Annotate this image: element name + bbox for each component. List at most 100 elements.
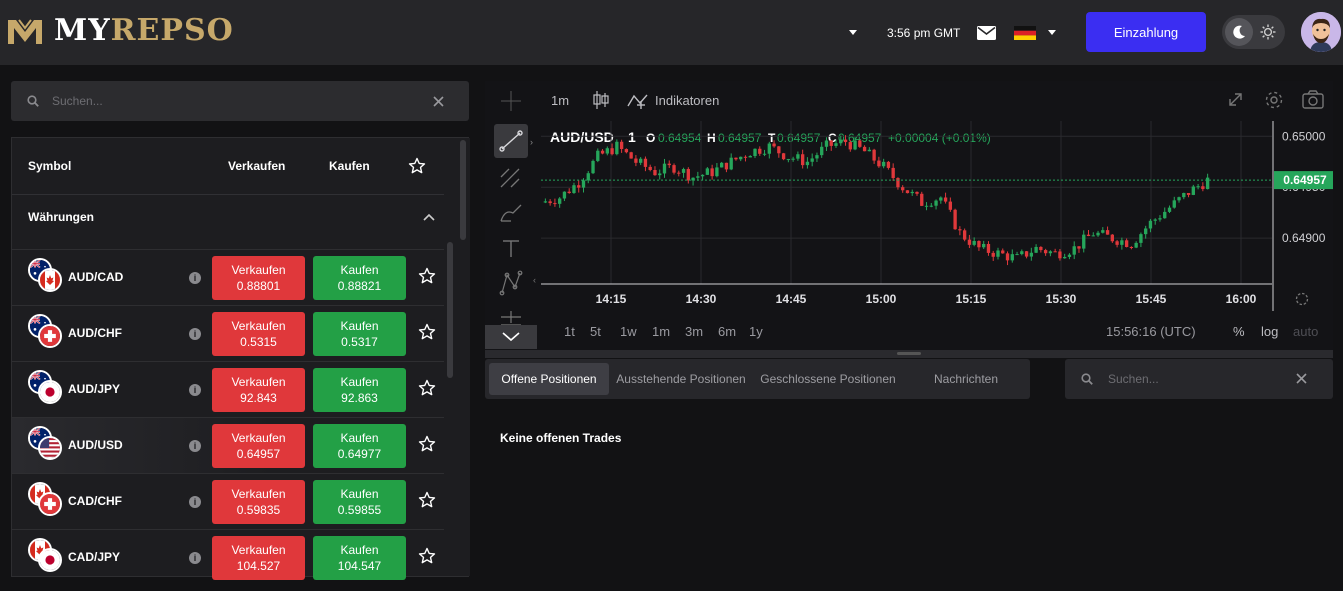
buy-button[interactable]: Kaufen 0.64977	[313, 424, 406, 468]
search-input[interactable]: Suchen...	[52, 94, 103, 108]
tab-closed-positions[interactable]: Geschlossene Positionen	[756, 363, 900, 395]
sell-button[interactable]: Verkaufen 0.5315	[212, 312, 305, 356]
close-icon[interactable]	[433, 96, 444, 107]
buy-button[interactable]: Kaufen 0.59855	[313, 480, 406, 524]
info-icon[interactable]: i	[189, 272, 201, 284]
candle-body	[786, 159, 791, 161]
candle-body	[796, 154, 800, 159]
expand-arrow-icon[interactable]: ›	[530, 137, 533, 147]
positions-search-input[interactable]: Suchen...	[1108, 372, 1159, 386]
column-header-symbol: Symbol	[28, 159, 72, 173]
favorite-star-icon[interactable]	[418, 435, 436, 453]
candle-body	[1086, 234, 1091, 237]
candle-body	[1034, 246, 1038, 253]
range-button-1m[interactable]: 1m	[652, 324, 670, 339]
info-icon[interactable]: i	[189, 552, 201, 564]
avatar[interactable]	[1301, 12, 1341, 52]
range-button-3m[interactable]: 3m	[685, 324, 703, 339]
scroll-thumb[interactable]	[447, 242, 453, 378]
dark-mode-option[interactable]	[1225, 18, 1253, 46]
table-row[interactable]: AUD/CHF i Verkaufen 0.5315 Kaufen 0.5317	[12, 305, 444, 361]
favorite-star-icon[interactable]	[418, 267, 436, 285]
sell-button[interactable]: Verkaufen 104.527	[212, 536, 305, 580]
table-row[interactable]: AUD/JPY i Verkaufen 92.843 Kaufen 92.863	[12, 361, 444, 417]
sell-label: Verkaufen	[231, 431, 286, 445]
table-row[interactable]: CAD/CHF i Verkaufen 0.59835 Kaufen 0.59855	[12, 473, 444, 529]
candle-body	[915, 191, 919, 194]
theme-toggle[interactable]	[1222, 15, 1285, 49]
sell-label: Verkaufen	[231, 375, 286, 389]
collapse-toolbar-icon[interactable]: ‹	[533, 275, 536, 285]
close-icon[interactable]	[1296, 373, 1307, 384]
chevron-up-icon[interactable]	[423, 213, 435, 221]
buy-button[interactable]: Kaufen 0.88821	[313, 256, 406, 300]
auto-scale-button[interactable]: auto	[1293, 324, 1318, 339]
candle-body	[605, 148, 609, 154]
range-button-1t[interactable]: 1t	[564, 324, 575, 339]
buy-button[interactable]: Kaufen 104.547	[313, 536, 406, 580]
language-selector[interactable]	[1014, 0, 1056, 65]
table-row[interactable]: AUD/USD i Verkaufen 0.64957 Kaufen 0.64977	[12, 417, 444, 473]
mail-icon	[977, 25, 996, 40]
chart-widget[interactable]: 1m Indikatoren › ‹ AUD/USD 1 O 0.64954 H…	[485, 81, 1336, 353]
account-dropdown[interactable]	[849, 0, 857, 65]
candle-body	[805, 161, 810, 166]
candle-body	[1134, 242, 1138, 248]
candle-body	[881, 161, 886, 167]
buy-button[interactable]: Kaufen 92.863	[313, 368, 406, 412]
favorite-star-icon[interactable]	[418, 379, 436, 397]
tab-news[interactable]: Nachrichten	[913, 363, 1019, 395]
buy-button[interactable]: Kaufen 0.5317	[313, 312, 406, 356]
indicators-button[interactable]: Indikatoren	[655, 93, 719, 108]
current-price-label: 0.64957	[1283, 173, 1327, 187]
inner-scrollbar[interactable]	[446, 242, 454, 576]
interval-button[interactable]: 1m	[551, 93, 569, 108]
tab-pending-positions[interactable]: Ausstehende Positionen	[615, 363, 747, 395]
favorite-star-icon[interactable]	[418, 323, 436, 341]
favorite-star-icon[interactable]	[418, 491, 436, 509]
tab-open-positions[interactable]: Offene Positionen	[489, 363, 609, 395]
candle-body	[967, 239, 972, 245]
positions-search[interactable]: Suchen...	[1065, 359, 1333, 399]
messages-button[interactable]	[977, 0, 996, 65]
scrollbar[interactable]	[458, 138, 470, 576]
symbol-name: AUD/CAD	[68, 270, 124, 284]
clock-text: 3:56 pm GMT	[887, 25, 961, 40]
candle-body	[791, 158, 795, 160]
logo[interactable]: MYREPSO	[6, 12, 234, 50]
sell-button[interactable]: Verkaufen 92.843	[212, 368, 305, 412]
info-icon[interactable]: i	[189, 384, 201, 396]
candle-body	[1039, 246, 1043, 251]
scroll-thumb-outer[interactable]	[460, 140, 466, 240]
range-button-1w[interactable]: 1w	[620, 324, 637, 339]
candle-body	[1105, 230, 1110, 235]
favorite-star-icon[interactable]	[418, 547, 436, 565]
info-icon[interactable]: i	[189, 496, 201, 508]
range-button-1y[interactable]: 1y	[749, 324, 763, 339]
price-chart[interactable]: 1m Indikatoren › ‹ AUD/USD 1 O 0.64954 H…	[485, 81, 1336, 353]
table-row[interactable]: CAD/JPY i Verkaufen 104.527 Kaufen 104.547	[12, 529, 444, 585]
toolbar-scroll-down[interactable]	[485, 325, 537, 349]
table-row[interactable]: AUD/CAD i Verkaufen 0.88801 Kaufen 0.88821	[12, 249, 444, 305]
buy-price: 0.88821	[337, 279, 382, 293]
sell-button[interactable]: Verkaufen 0.64957	[212, 424, 305, 468]
panel-resize-handle[interactable]	[485, 350, 1333, 358]
favorites-star-icon[interactable]	[408, 157, 426, 175]
sell-button[interactable]: Verkaufen 0.59835	[212, 480, 305, 524]
info-icon[interactable]: i	[189, 328, 201, 340]
sun-icon[interactable]	[1260, 24, 1276, 40]
sell-button[interactable]: Verkaufen 0.88801	[212, 256, 305, 300]
percent-scale-button[interactable]: %	[1233, 324, 1245, 339]
deposit-button[interactable]: Einzahlung	[1086, 12, 1206, 52]
resize-grip[interactable]	[897, 352, 921, 355]
candle-body	[820, 146, 824, 156]
candle-body	[1024, 251, 1029, 257]
candle-body	[734, 157, 738, 160]
symbol-search[interactable]: Suchen...	[11, 81, 469, 121]
range-button-6m[interactable]: 6m	[718, 324, 736, 339]
range-button-5t[interactable]: 5t	[590, 324, 601, 339]
buy-price: 92.863	[341, 391, 378, 405]
log-scale-button[interactable]: log	[1261, 324, 1278, 339]
candle-body	[753, 148, 757, 157]
info-icon[interactable]: i	[189, 440, 201, 452]
